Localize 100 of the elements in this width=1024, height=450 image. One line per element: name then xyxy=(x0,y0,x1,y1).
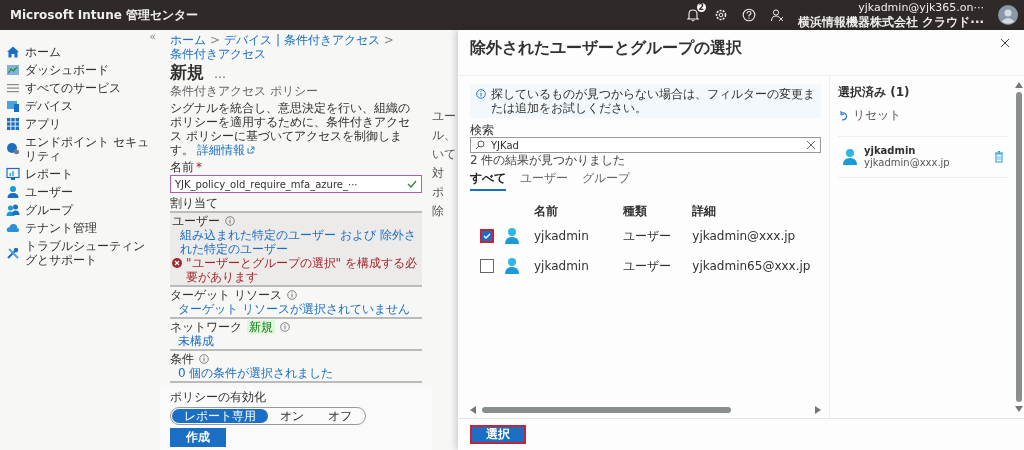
info-icon xyxy=(280,322,290,332)
account-menu[interactable]: yjkadmin@yjk365.on··· 横浜情報機器株式会社 クラウド··· xyxy=(798,1,984,29)
avatar-icon[interactable] xyxy=(998,5,1018,25)
breadcrumb-link[interactable]: 条件付きアクセス xyxy=(170,47,266,61)
group-icon xyxy=(6,203,20,217)
scroll-up-icon[interactable] xyxy=(1015,82,1023,88)
clear-icon[interactable] xyxy=(806,140,816,150)
selected-detail: yjkadmin@xxx.jp xyxy=(864,157,951,169)
name-field[interactable]: YJK_policy_old_require_mfa_azure_··· xyxy=(170,175,422,193)
collapse-button[interactable]: « xyxy=(149,30,156,43)
tab[interactable]: グループ xyxy=(582,170,630,191)
policy-label: ポリシーの有効化 xyxy=(170,390,266,404)
column-header: 名前 xyxy=(534,202,559,220)
learn-more-link[interactable]: 詳細情報 xyxy=(197,143,245,157)
partial-text: ポ xyxy=(432,186,445,199)
toggle-option[interactable]: レポート専用 xyxy=(172,409,268,423)
help-icon[interactable] xyxy=(742,8,757,22)
name-label: 名前 xyxy=(170,160,194,174)
required-mark: * xyxy=(196,160,202,174)
external-link-icon xyxy=(247,146,255,154)
scroll-down-icon[interactable] xyxy=(1015,406,1023,412)
section-label: 条件 xyxy=(170,352,194,366)
partial-text: いて xyxy=(432,148,457,161)
sidebar-item[interactable]: アプリ xyxy=(6,115,156,133)
close-icon[interactable] xyxy=(1000,38,1010,48)
table-cell-text: ユーザー xyxy=(623,227,673,245)
checkbox[interactable] xyxy=(480,259,494,273)
undo-icon xyxy=(838,110,848,121)
search-field[interactable]: YJKad xyxy=(470,137,821,153)
selected-name: yjkadmin xyxy=(864,145,917,157)
select-button[interactable]: 選択 xyxy=(470,425,526,444)
sidebar-item[interactable]: すべてのサービス xyxy=(6,79,156,97)
sidebar-item[interactable]: デバイス xyxy=(6,97,156,115)
scroll-left-icon[interactable] xyxy=(470,406,476,414)
cloud-icon xyxy=(6,221,20,235)
bell-icon[interactable] xyxy=(686,8,701,22)
partial-text: 対 xyxy=(432,167,445,180)
breadcrumb-link[interactable]: ホーム xyxy=(170,33,206,47)
organization-name: 横浜情報機器株式会社 クラウド··· xyxy=(798,15,984,29)
column-header: 種類 xyxy=(623,202,649,220)
tab[interactable]: ユーザー xyxy=(520,170,568,191)
scrollbar-thumb[interactable] xyxy=(482,407,731,413)
result-count: 2 件の結果が見つかりました xyxy=(470,153,627,167)
section-link[interactable]: 未構成 xyxy=(170,334,422,348)
sidebar-item[interactable]: ダッシュボード xyxy=(6,61,156,79)
check-icon xyxy=(407,179,417,189)
page-subtitle: 条件付きアクセス ポリシー xyxy=(170,84,319,98)
breadcrumb-separator: > xyxy=(383,33,394,47)
section-link[interactable]: 0 個の条件が選択されました xyxy=(170,366,422,380)
breadcrumb-link[interactable]: デバイス | 条件付きアクセス xyxy=(224,33,380,47)
partial-text: ル、 xyxy=(432,129,457,142)
toggle-option[interactable]: オフ xyxy=(316,409,364,423)
monitor-icon xyxy=(6,99,20,113)
user-icon xyxy=(6,185,20,199)
column-header: 詳細 xyxy=(692,202,718,220)
scroll-right-icon[interactable] xyxy=(815,406,821,414)
app-title: Microsoft Intune 管理センター xyxy=(10,6,198,24)
dashboard-icon xyxy=(6,63,20,77)
scrollbar-thumb[interactable] xyxy=(1016,92,1022,402)
table-cell-text: yjkadmin xyxy=(534,229,590,243)
section-label: ターゲット リソース xyxy=(170,288,282,302)
table-cell-text: yjkadmin65@xxx.jp xyxy=(692,259,812,273)
sidebar-item[interactable]: トラブルシューティングとサポート xyxy=(6,237,156,269)
sidebar-item[interactable]: レポート xyxy=(6,165,156,183)
selected-heading: 選択済み (1) xyxy=(838,84,911,101)
tab[interactable]: すべて xyxy=(470,170,506,191)
grid-icon xyxy=(6,117,20,131)
breadcrumb-separator: > xyxy=(210,33,221,47)
sidebar-item[interactable]: グループ xyxy=(6,201,156,219)
feedback-icon[interactable] xyxy=(770,8,785,22)
panel-title: 除外されたユーザーとグループの選択 xyxy=(470,38,742,59)
toggle-option[interactable]: オン xyxy=(268,409,316,423)
person-icon xyxy=(504,257,520,275)
sidebar-item[interactable]: ホーム xyxy=(6,43,156,61)
error-icon xyxy=(172,258,182,268)
create-button[interactable]: 作成 xyxy=(170,428,226,447)
section-label: ユーザー xyxy=(172,214,220,228)
error-message: "ユーザーとグループの選択" を構成する必要があります xyxy=(186,256,418,284)
tools-icon xyxy=(6,246,20,260)
sidebar-item[interactable]: ユーザー xyxy=(6,183,156,201)
search-icon xyxy=(475,140,485,150)
search-label: 検索 xyxy=(470,123,495,137)
section-link[interactable]: ターゲット リソースが選択されていません xyxy=(170,302,422,316)
sidebar-item[interactable]: テナント管理 xyxy=(6,219,156,237)
settings-icon[interactable] xyxy=(714,8,729,22)
checkbox[interactable] xyxy=(480,229,494,243)
section-link[interactable]: 組み込まれた特定のユーザー および 除外された特定のユーザー xyxy=(172,228,422,256)
check-icon xyxy=(483,232,491,240)
list-icon xyxy=(6,81,20,95)
info-icon xyxy=(286,290,297,300)
description-text: シグナルを統合し、意思決定を行い、組織のポリシーを適用するために、条件付きアクセス ポリシーに基づいてアクセスを制御します。 詳細情報 xyxy=(170,101,411,157)
sidebar-item[interactable]: エンドポイント セキュリティ xyxy=(6,133,156,165)
person-icon xyxy=(504,227,520,245)
reset-button[interactable]: リセット xyxy=(838,107,1008,124)
more-button[interactable]: … xyxy=(214,67,226,81)
partial-text: ユー xyxy=(432,110,457,123)
partial-text: 除 xyxy=(432,205,445,218)
home-icon xyxy=(6,45,20,59)
table-cell-text: yjkadmin@xxx.jp xyxy=(692,229,797,243)
notification-badge: 2 xyxy=(696,3,707,12)
